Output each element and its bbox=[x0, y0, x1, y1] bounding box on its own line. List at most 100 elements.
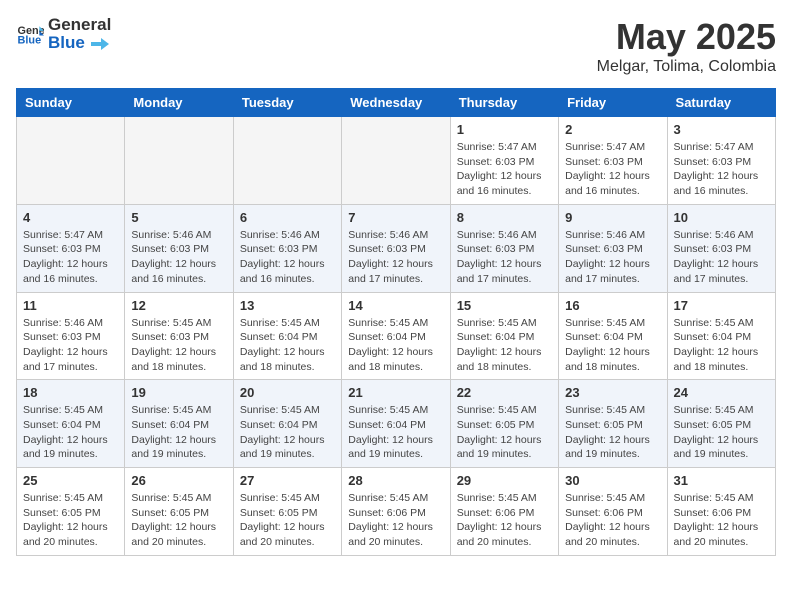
day-info: Sunrise: 5:45 AM Sunset: 6:04 PM Dayligh… bbox=[457, 316, 552, 375]
page-header: General Blue General Blue May 2025 Melga… bbox=[16, 16, 776, 76]
calendar-day: 21 Sunrise: 5:45 AM Sunset: 6:04 PM Dayli… bbox=[342, 380, 450, 468]
day-number: 25 bbox=[23, 473, 118, 488]
svg-text:Blue: Blue bbox=[18, 35, 42, 47]
day-number: 28 bbox=[348, 473, 443, 488]
calendar-day: 14 Sunrise: 5:45 AM Sunset: 6:04 PM Dayli… bbox=[342, 292, 450, 380]
day-header-sunday: Sunday bbox=[17, 89, 125, 117]
day-number: 15 bbox=[457, 298, 552, 313]
calendar-day: 29 Sunrise: 5:45 AM Sunset: 6:06 PM Dayli… bbox=[450, 468, 558, 556]
calendar-week-4: 18Sunrise: 5:45 AM Sunset: 6:04 PM Dayli… bbox=[17, 380, 776, 468]
main-title: May 2025 bbox=[597, 16, 776, 58]
day-header-monday: Monday bbox=[125, 89, 233, 117]
day-info: Sunrise: 5:47 AM Sunset: 6:03 PM Dayligh… bbox=[457, 140, 552, 199]
day-info: Sunrise: 5:46 AM Sunset: 6:03 PM Dayligh… bbox=[457, 228, 552, 287]
day-number: 14 bbox=[348, 298, 443, 313]
day-number: 1 bbox=[457, 122, 552, 137]
calendar-day: 11 Sunrise: 5:46 AM Sunset: 6:03 PM Dayli… bbox=[17, 292, 125, 380]
day-info: Sunrise: 5:45 AM Sunset: 6:04 PM Dayligh… bbox=[131, 403, 226, 462]
day-number: 11 bbox=[23, 298, 118, 313]
day-number: 17 bbox=[674, 298, 769, 313]
day-info: Sunrise: 5:45 AM Sunset: 6:04 PM Dayligh… bbox=[565, 316, 660, 375]
subtitle: Melgar, Tolima, Colombia bbox=[597, 58, 776, 76]
calendar-day: 9Sunrise: 5:46 AM Sunset: 6:03 PM Daylig… bbox=[559, 204, 667, 292]
day-info: Sunrise: 5:47 AM Sunset: 6:03 PM Dayligh… bbox=[674, 140, 769, 199]
day-number: 5 bbox=[131, 210, 226, 225]
calendar-day: 31Sunrise: 5:45 AM Sunset: 6:06 PM Dayli… bbox=[667, 468, 775, 556]
day-info: Sunrise: 5:45 AM Sunset: 6:05 PM Dayligh… bbox=[565, 403, 660, 462]
calendar-day: 30 Sunrise: 5:45 AM Sunset: 6:06 PM Dayli… bbox=[559, 468, 667, 556]
calendar-day: 27Sunrise: 5:45 AM Sunset: 6:05 PM Dayli… bbox=[233, 468, 341, 556]
calendar-day: 19Sunrise: 5:45 AM Sunset: 6:04 PM Dayli… bbox=[125, 380, 233, 468]
calendar-day: 22Sunrise: 5:45 AM Sunset: 6:05 PM Dayli… bbox=[450, 380, 558, 468]
calendar-day bbox=[17, 117, 125, 205]
day-info: Sunrise: 5:45 AM Sunset: 6:05 PM Dayligh… bbox=[131, 491, 226, 550]
day-number: 30 bbox=[565, 473, 660, 488]
calendar-day: 12Sunrise: 5:45 AM Sunset: 6:03 PM Dayli… bbox=[125, 292, 233, 380]
day-info: Sunrise: 5:45 AM Sunset: 6:05 PM Dayligh… bbox=[23, 491, 118, 550]
day-info: Sunrise: 5:45 AM Sunset: 6:04 PM Dayligh… bbox=[348, 403, 443, 462]
day-info: Sunrise: 5:46 AM Sunset: 6:03 PM Dayligh… bbox=[565, 228, 660, 287]
calendar-day: 4 Sunrise: 5:47 AM Sunset: 6:03 PM Daylig… bbox=[17, 204, 125, 292]
calendar-day: 24 Sunrise: 5:45 AM Sunset: 6:05 PM Dayli… bbox=[667, 380, 775, 468]
day-number: 21 bbox=[348, 385, 443, 400]
day-info: Sunrise: 5:47 AM Sunset: 6:03 PM Dayligh… bbox=[565, 140, 660, 199]
day-info: Sunrise: 5:47 AM Sunset: 6:03 PM Dayligh… bbox=[23, 228, 118, 287]
logo-general-text: General bbox=[48, 15, 111, 34]
calendar-day: 1 Sunrise: 5:47 AM Sunset: 6:03 PM Daylig… bbox=[450, 117, 558, 205]
day-info: Sunrise: 5:45 AM Sunset: 6:05 PM Dayligh… bbox=[240, 491, 335, 550]
calendar-day: 18Sunrise: 5:45 AM Sunset: 6:04 PM Dayli… bbox=[17, 380, 125, 468]
day-header-thursday: Thursday bbox=[450, 89, 558, 117]
day-info: Sunrise: 5:45 AM Sunset: 6:04 PM Dayligh… bbox=[240, 316, 335, 375]
day-info: Sunrise: 5:45 AM Sunset: 6:06 PM Dayligh… bbox=[565, 491, 660, 550]
day-number: 16 bbox=[565, 298, 660, 313]
day-number: 8 bbox=[457, 210, 552, 225]
calendar-day: 13Sunrise: 5:45 AM Sunset: 6:04 PM Dayli… bbox=[233, 292, 341, 380]
calendar-day bbox=[342, 117, 450, 205]
header-row: SundayMondayTuesdayWednesdayThursdayFrid… bbox=[17, 89, 776, 117]
day-info: Sunrise: 5:46 AM Sunset: 6:03 PM Dayligh… bbox=[23, 316, 118, 375]
calendar-day: 17 Sunrise: 5:45 AM Sunset: 6:04 PM Dayli… bbox=[667, 292, 775, 380]
logo-icon: General Blue bbox=[16, 20, 44, 48]
day-number: 6 bbox=[240, 210, 335, 225]
day-info: Sunrise: 5:45 AM Sunset: 6:04 PM Dayligh… bbox=[674, 316, 769, 375]
day-info: Sunrise: 5:45 AM Sunset: 6:06 PM Dayligh… bbox=[674, 491, 769, 550]
day-info: Sunrise: 5:46 AM Sunset: 6:03 PM Dayligh… bbox=[131, 228, 226, 287]
day-number: 2 bbox=[565, 122, 660, 137]
day-info: Sunrise: 5:45 AM Sunset: 6:05 PM Dayligh… bbox=[674, 403, 769, 462]
day-info: Sunrise: 5:45 AM Sunset: 6:04 PM Dayligh… bbox=[23, 403, 118, 462]
day-info: Sunrise: 5:45 AM Sunset: 6:06 PM Dayligh… bbox=[457, 491, 552, 550]
calendar-day: 10 Sunrise: 5:46 AM Sunset: 6:03 PM Dayli… bbox=[667, 204, 775, 292]
calendar-day: 28 Sunrise: 5:45 AM Sunset: 6:06 PM Dayli… bbox=[342, 468, 450, 556]
day-info: Sunrise: 5:45 AM Sunset: 6:06 PM Dayligh… bbox=[348, 491, 443, 550]
calendar-day: 15 Sunrise: 5:45 AM Sunset: 6:04 PM Dayli… bbox=[450, 292, 558, 380]
calendar-day: 25 Sunrise: 5:45 AM Sunset: 6:05 PM Dayli… bbox=[17, 468, 125, 556]
day-info: Sunrise: 5:46 AM Sunset: 6:03 PM Dayligh… bbox=[348, 228, 443, 287]
calendar-table: SundayMondayTuesdayWednesdayThursdayFrid… bbox=[16, 88, 776, 556]
day-number: 10 bbox=[674, 210, 769, 225]
day-header-wednesday: Wednesday bbox=[342, 89, 450, 117]
day-number: 4 bbox=[23, 210, 118, 225]
day-info: Sunrise: 5:46 AM Sunset: 6:03 PM Dayligh… bbox=[240, 228, 335, 287]
day-info: Sunrise: 5:45 AM Sunset: 6:03 PM Dayligh… bbox=[131, 316, 226, 375]
calendar-day: 16 Sunrise: 5:45 AM Sunset: 6:04 PM Dayli… bbox=[559, 292, 667, 380]
day-header-friday: Friday bbox=[559, 89, 667, 117]
day-info: Sunrise: 5:46 AM Sunset: 6:03 PM Dayligh… bbox=[674, 228, 769, 287]
day-number: 3 bbox=[674, 122, 769, 137]
calendar-week-3: 11 Sunrise: 5:46 AM Sunset: 6:03 PM Dayli… bbox=[17, 292, 776, 380]
calendar-day bbox=[233, 117, 341, 205]
day-number: 26 bbox=[131, 473, 226, 488]
calendar-day: 5 Sunrise: 5:46 AM Sunset: 6:03 PM Daylig… bbox=[125, 204, 233, 292]
calendar-week-5: 25 Sunrise: 5:45 AM Sunset: 6:05 PM Dayli… bbox=[17, 468, 776, 556]
day-info: Sunrise: 5:45 AM Sunset: 6:04 PM Dayligh… bbox=[348, 316, 443, 375]
day-header-saturday: Saturday bbox=[667, 89, 775, 117]
calendar-day bbox=[125, 117, 233, 205]
title-area: May 2025 Melgar, Tolima, Colombia bbox=[597, 16, 776, 76]
logo-arrow-icon bbox=[91, 35, 109, 53]
day-info: Sunrise: 5:45 AM Sunset: 6:05 PM Dayligh… bbox=[457, 403, 552, 462]
day-number: 24 bbox=[674, 385, 769, 400]
calendar-day: 7Sunrise: 5:46 AM Sunset: 6:03 PM Daylig… bbox=[342, 204, 450, 292]
day-header-tuesday: Tuesday bbox=[233, 89, 341, 117]
logo-blue-text: Blue bbox=[48, 33, 85, 52]
day-number: 29 bbox=[457, 473, 552, 488]
calendar-week-1: 1 Sunrise: 5:47 AM Sunset: 6:03 PM Daylig… bbox=[17, 117, 776, 205]
